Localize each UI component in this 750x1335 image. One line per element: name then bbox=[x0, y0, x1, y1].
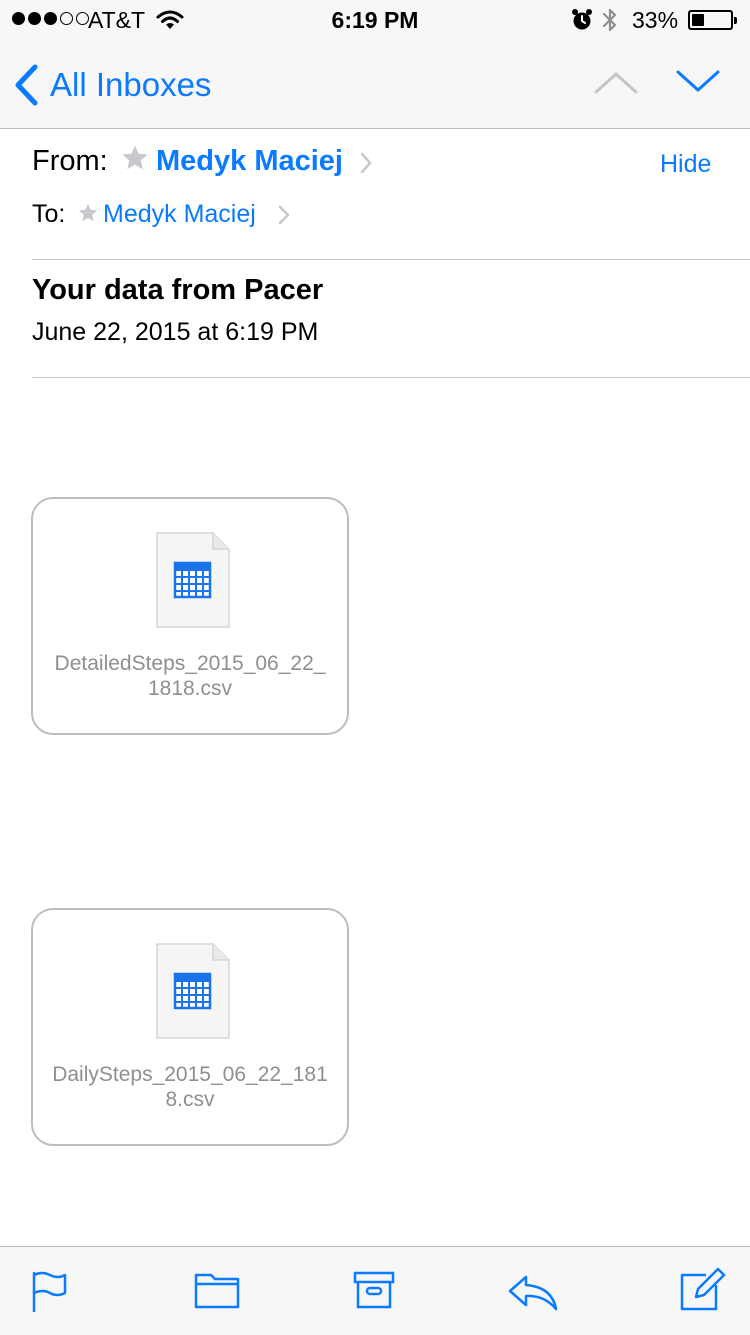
back-button[interactable]: All Inboxes bbox=[14, 60, 211, 110]
bottom-toolbar bbox=[0, 1246, 750, 1335]
message-date: June 22, 2015 at 6:19 PM bbox=[32, 318, 319, 346]
archive-icon[interactable] bbox=[352, 1269, 396, 1311]
battery-icon bbox=[688, 10, 737, 30]
reply-icon[interactable] bbox=[506, 1269, 560, 1313]
spreadsheet-icon bbox=[156, 532, 230, 628]
hide-button[interactable]: Hide bbox=[660, 150, 711, 179]
divider bbox=[32, 377, 750, 378]
alarm-icon bbox=[572, 9, 592, 30]
bluetooth-icon bbox=[602, 8, 617, 32]
compose-icon[interactable] bbox=[678, 1265, 726, 1313]
recipient-name[interactable]: Medyk Maciej bbox=[103, 200, 256, 229]
spreadsheet-icon bbox=[156, 943, 230, 1039]
chevron-right-icon bbox=[360, 152, 372, 174]
chevron-left-icon bbox=[15, 64, 38, 106]
attachment-filename: DetailedSteps_2015_06_22_ 1818.csv bbox=[54, 652, 326, 700]
chevron-right-icon bbox=[278, 205, 290, 225]
battery-percent: 33% bbox=[632, 7, 679, 33]
attachment-filename: DailySteps_2015_06_22_181 8.csv bbox=[52, 1063, 328, 1111]
star-icon bbox=[122, 145, 148, 170]
divider bbox=[32, 259, 750, 260]
flag-icon[interactable] bbox=[30, 1269, 70, 1313]
message-subject: Your data from Pacer bbox=[32, 274, 324, 306]
folder-icon[interactable] bbox=[193, 1269, 241, 1311]
attachment-card[interactable]: DetailedSteps_2015_06_22_ 1818.csv bbox=[31, 497, 349, 735]
from-label: From: bbox=[32, 145, 108, 177]
sender-name[interactable]: Medyk Maciej bbox=[156, 145, 343, 178]
star-icon bbox=[78, 203, 98, 222]
back-button-label: All Inboxes bbox=[50, 66, 212, 103]
status-bar: AT&T 6:19 PM 33% bbox=[0, 0, 750, 40]
chevron-up-icon[interactable] bbox=[592, 66, 640, 98]
attachment-card[interactable]: DailySteps_2015_06_22_181 8.csv bbox=[31, 908, 349, 1146]
chevron-down-icon[interactable] bbox=[674, 66, 722, 98]
to-label: To: bbox=[32, 200, 66, 228]
